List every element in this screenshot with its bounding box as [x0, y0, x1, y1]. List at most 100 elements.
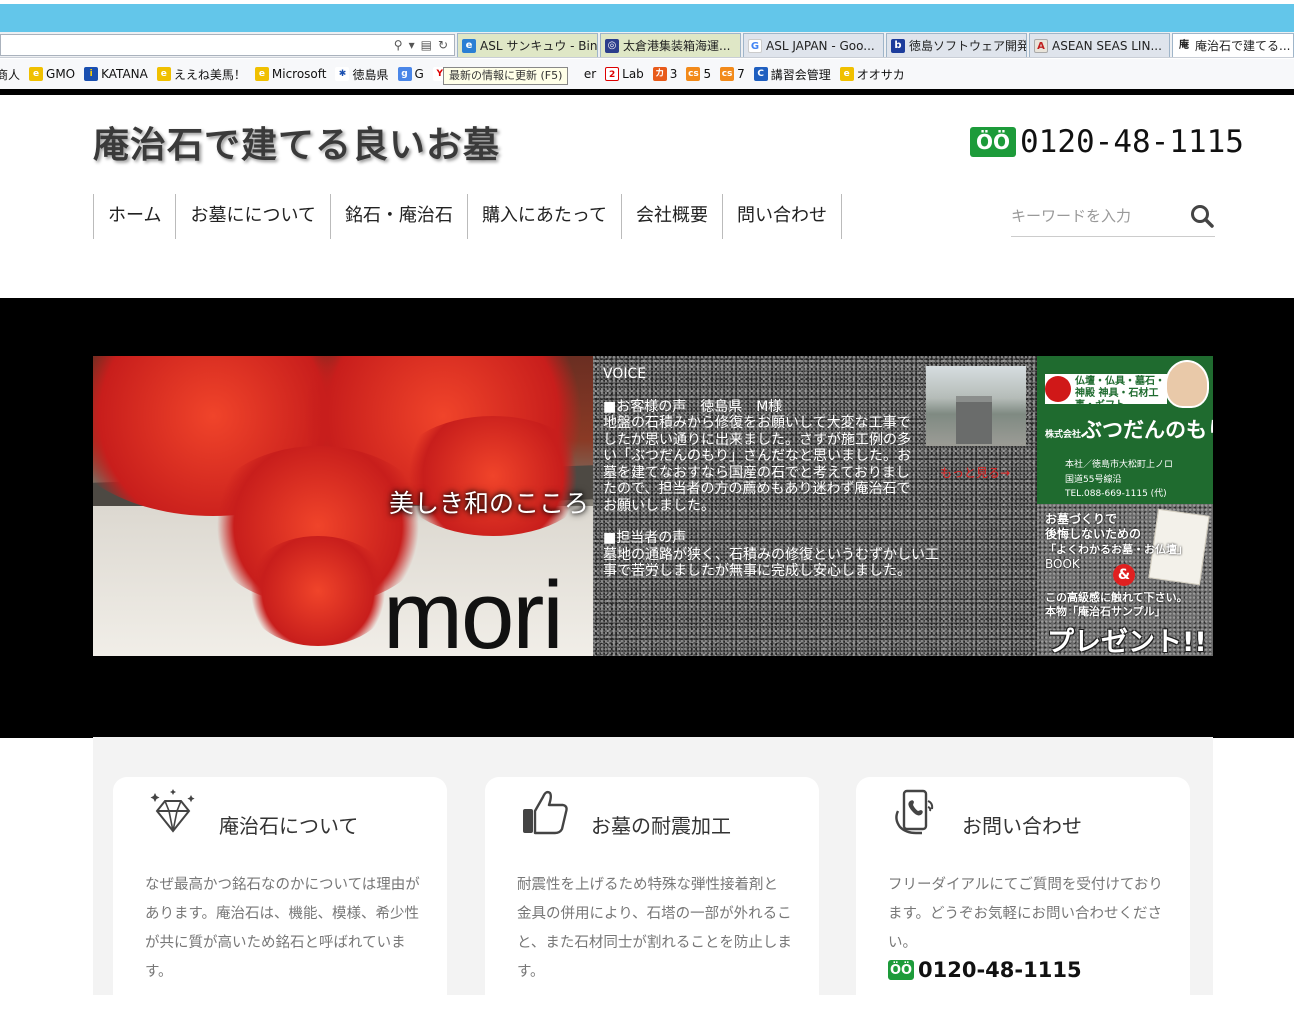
staff-heading: ■担当者の声: [603, 530, 687, 546]
gift-line: お墓づくりで: [1045, 512, 1118, 526]
feature-text: フリーダイアルにてご質問を受付けております。どうぞお気軽にお問い合わせください。: [888, 877, 1163, 951]
favorite-link[interactable]: e GMO: [29, 67, 75, 81]
global-nav: ホーム お墓にについて 銘石・庵治石 購入にあたって 会社概要 問い合わせ: [93, 194, 843, 239]
browser-tab[interactable]: b 徳島ソフトウェア開発...: [886, 33, 1027, 57]
favorite-link[interactable]: e Microsoft: [254, 67, 326, 81]
book-gift-banner[interactable]: お墓づくりで 後悔しないための 「よくわかるお墓・お仏壇」 BOOK & この高…: [1037, 504, 1213, 656]
nav-item-home[interactable]: ホーム: [93, 194, 175, 239]
nav-item-aji-stone[interactable]: 銘石・庵治石: [329, 194, 467, 239]
gift-headline: プレゼント!!: [1047, 627, 1207, 656]
gift-line: 本物「庵治石サンプル」: [1045, 605, 1166, 618]
diamond-icon: [150, 789, 195, 833]
ad-tagline: 仏壇・仏具・墓石・神殿 神具・石材工事・ギフト: [1075, 376, 1165, 411]
hero-photo: 美しき和のこころ mori: [93, 356, 593, 656]
favorite-link[interactable]: カ3: [652, 67, 677, 81]
browser-title-bar: [0, 0, 1294, 32]
browser-tab[interactable]: ◎ 太倉港集装箱海運...: [600, 33, 741, 57]
address-bar[interactable]: ⚲ ▾ ▤ ↻: [0, 34, 455, 56]
customer-text: 地盤の石積みから修復をお願いして大変な工事でしたが思い通りに出来ました。さすが施…: [603, 415, 911, 514]
ampersand-badge: &: [1113, 564, 1135, 586]
phone-number: 0120-48-1115: [1020, 124, 1244, 160]
google-icon: g: [397, 67, 412, 81]
nav-item-company[interactable]: 会社概要: [621, 194, 722, 239]
ad-address: 本社／徳島市大松町上ノロ: [1065, 460, 1174, 470]
customer-heading: ■お客様の声 徳島県 M様: [603, 398, 783, 415]
gift-line: BOOK: [1045, 557, 1080, 571]
phone-number: 0120-48-1115: [918, 958, 1082, 982]
ie-icon: e: [839, 67, 854, 81]
gift-line: 「よくわかるお墓・お仏壇」: [1045, 543, 1188, 556]
compat-icon[interactable]: ▤: [421, 38, 432, 52]
favorite-link[interactable]: e ええね美馬！: [156, 66, 246, 83]
c-icon: C: [753, 67, 768, 81]
browser-tab-active[interactable]: 庵 庵治石で建てる...: [1172, 33, 1294, 57]
browser-tab[interactable]: A ASEAN SEAS LIN...: [1029, 33, 1170, 57]
more-link[interactable]: もっと見る→: [940, 464, 1010, 481]
refresh-tooltip: 最新の情報に更新 (F5): [443, 67, 569, 85]
ie-icon: e: [156, 67, 171, 81]
browser-tab[interactable]: e ASL サンキュウ - Bing: [457, 33, 598, 57]
feature-card-aji-stone[interactable]: 庵治石について なぜ最高かつ銘石なのかについては理由があります。庵治石は、機能、…: [113, 777, 447, 1017]
refresh-icon[interactable]: ↻: [438, 38, 448, 52]
brand-word: mori: [383, 562, 564, 657]
header-phone[interactable]: ÖÖ 0120-48-1115: [970, 124, 1244, 160]
favorite-link[interactable]: er: [584, 67, 596, 81]
company-name: ぶつだんのもり: [1081, 418, 1213, 442]
nav-item-purchase[interactable]: 購入にあたって: [466, 194, 621, 239]
hero-caption: 美しき和のこころ: [389, 489, 590, 518]
company-logo-icon: [1045, 376, 1071, 402]
gift-line: この高級感に触れて下さい。: [1045, 591, 1188, 604]
feature-text: 耐震性を上げるため特殊な弾性接着剤と金具の併用により、石塔の一部が外れること、ま…: [517, 877, 792, 980]
search-input[interactable]: [1011, 207, 1171, 225]
voice-title: VOICE: [603, 366, 647, 382]
search-icon[interactable]: ⚲: [394, 38, 403, 52]
grave-thumbnail[interactable]: [926, 366, 1026, 446]
favorite-link[interactable]: ✱ 徳島県: [335, 66, 389, 83]
voice-text: VOICE ■お客様の声 徳島県 M様 地盤の石積みから修復をお願いして大変な工…: [603, 366, 939, 580]
google-icon: G: [748, 38, 762, 53]
dropdown-icon[interactable]: ▾: [409, 38, 415, 52]
browser-tab-bar: ⚲ ▾ ▤ ↻ e ASL サンキュウ - Bing ◎ 太倉港集装箱海運...…: [0, 32, 1294, 58]
ad-tel: TEL.088-669-1115 (代): [1065, 489, 1167, 499]
favorite-link[interactable]: e オオサカ: [839, 66, 905, 83]
nav-item-contact[interactable]: 問い合わせ: [722, 194, 843, 239]
favorite-link[interactable]: gG: [397, 67, 424, 81]
info-icon: i: [84, 67, 99, 81]
feature-card-seismic[interactable]: お墓の耐震加工 耐震性を上げるため特殊な弾性接着剤と金具の併用により、石塔の一部…: [485, 777, 819, 1017]
ie-icon: e: [254, 67, 269, 81]
ie-icon: e: [462, 38, 476, 53]
favorite-link[interactable]: cs 7: [720, 67, 745, 81]
gift-line: 後悔しないための: [1045, 527, 1142, 541]
ie-icon: e: [29, 67, 44, 81]
site-favicon: 庵: [1177, 38, 1191, 53]
site-title[interactable]: 庵治石で建てる良いお墓: [93, 116, 500, 168]
corp-prefix: 株式会社: [1045, 430, 1082, 440]
tokushima-icon: ✱: [335, 67, 350, 81]
mascot-icon: [1165, 360, 1209, 408]
search-icon[interactable]: [1189, 203, 1215, 229]
lab-icon: 2: [605, 67, 620, 81]
asl-logo-icon: A: [1034, 38, 1048, 53]
favorite-link[interactable]: C 講習会管理: [753, 66, 831, 83]
maple-leaves: [243, 536, 393, 646]
favorite-link[interactable]: 商人: [0, 66, 20, 83]
feature-card-contact[interactable]: お問い合わせ フリーダイアルにてご質問を受付けております。どうぞお気軽にお問い合…: [856, 777, 1190, 1017]
contact-phone[interactable]: ÖÖ 0120-48-1115: [888, 958, 1082, 982]
hero-section: 美しき和のこころ mori VOICE ■お客様の声 徳島県 M様 地盤の石積み…: [0, 298, 1294, 738]
phone-hand-icon: [895, 789, 934, 835]
b-icon: b: [891, 38, 905, 53]
favorite-link[interactable]: cs 5: [686, 67, 711, 81]
free-dial-icon: ÖÖ: [888, 960, 914, 980]
staff-text: 墓地の通路が狭く、石積みの修復というむずかしい工事で苦労しましたが無事に完成し安…: [603, 546, 939, 580]
feature-text: なぜ最高かつ銘石なのかについては理由があります。庵治石は、機能、模様、希少性が共…: [145, 877, 420, 980]
browser-tab[interactable]: G ASL JAPAN - Goo...: [743, 33, 884, 57]
feature-title: お問い合わせ: [962, 814, 1082, 838]
site-search: [1011, 196, 1215, 237]
favorite-link[interactable]: 2 Lab: [605, 67, 644, 81]
features-section: 庵治石について なぜ最高かつ銘石なのかについては理由があります。庵治石は、機能、…: [93, 737, 1213, 1017]
company-ad-banner[interactable]: 仏壇・仏具・墓石・神殿 神具・石材工事・ギフト 株式会社ぶつだんのもり 本社／徳…: [1037, 356, 1213, 504]
voice-panel: VOICE ■お客様の声 徳島県 M様 地盤の石積みから修復をお願いして大変な工…: [593, 356, 1037, 656]
nav-item-about-graves[interactable]: お墓にについて: [175, 194, 329, 239]
favorite-link[interactable]: i KATANA: [84, 67, 148, 81]
cs-icon: cs: [686, 67, 701, 81]
